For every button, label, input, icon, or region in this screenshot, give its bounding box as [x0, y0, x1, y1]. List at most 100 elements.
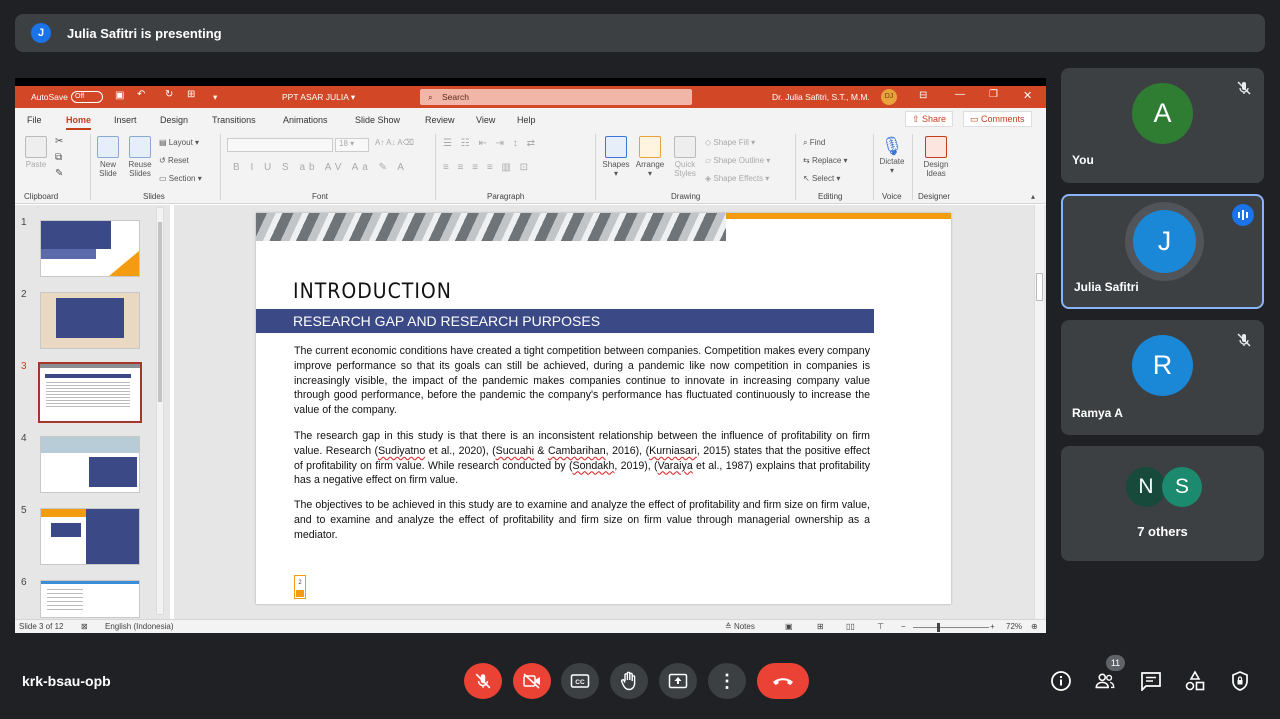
zoom-in-icon[interactable]: +: [990, 622, 995, 631]
thumbnail-slide-5[interactable]: [40, 508, 140, 565]
collapse-ribbon-icon[interactable]: ▴: [1031, 192, 1035, 201]
chat-button[interactable]: [1140, 670, 1162, 692]
orange-accent-bar: [726, 213, 951, 219]
thumbnail-slide-6[interactable]: [40, 580, 140, 618]
activities-button[interactable]: [1184, 670, 1206, 692]
captions-button[interactable]: CC: [561, 663, 599, 699]
autosave-toggle[interactable]: Off: [71, 91, 103, 103]
select-button[interactable]: ↖ Select ▾: [803, 174, 840, 183]
tab-animations[interactable]: Animations: [283, 115, 328, 125]
reset-button[interactable]: ↺ Reset: [159, 156, 189, 165]
shape-effects-button[interactable]: ◈ Shape Effects ▾: [705, 174, 769, 183]
leave-call-button[interactable]: [757, 663, 809, 699]
replace-button[interactable]: ⇆ Replace ▾: [803, 156, 848, 165]
svg-text:CC: CC: [575, 679, 585, 686]
slideshow-view-icon[interactable]: ⊤: [877, 622, 884, 631]
meeting-details-button[interactable]: [1050, 670, 1072, 692]
restore-icon[interactable]: ❐: [989, 89, 998, 100]
search-box[interactable]: ⌕ Search: [420, 89, 692, 105]
reading-view-icon[interactable]: ▯▯: [846, 622, 855, 631]
font-family-select[interactable]: [227, 138, 333, 152]
search-icon: ⌕: [428, 92, 433, 102]
present-screen-button[interactable]: [659, 663, 697, 699]
tab-insert[interactable]: Insert: [114, 115, 137, 125]
microphone-toggle-button[interactable]: [464, 663, 502, 699]
fit-slide-icon[interactable]: ⊕: [1031, 622, 1038, 631]
zoom-slider[interactable]: [913, 623, 989, 632]
notes-button[interactable]: ≙ Notes: [725, 622, 755, 631]
shape-outline-button[interactable]: ▱ Shape Outline ▾: [705, 156, 770, 165]
current-slide[interactable]: INTRODUCTION RESEARCH GAP AND RESEARCH P…: [256, 213, 951, 604]
slide-sorter-icon[interactable]: ⊞: [817, 622, 824, 631]
editor-scrollbar[interactable]: [1034, 205, 1044, 619]
normal-view-icon[interactable]: ▣: [785, 622, 793, 631]
minimize-icon[interactable]: —: [955, 89, 965, 100]
redo-icon[interactable]: ↻: [165, 89, 173, 100]
section-button[interactable]: ▭ Section ▾: [159, 174, 202, 183]
cut-icon[interactable]: ✂: [55, 136, 63, 147]
font-style-icons[interactable]: B I U S ab AV Aa ✎ A: [233, 162, 408, 173]
thumbnail-slide-2[interactable]: [40, 292, 140, 349]
account-name[interactable]: Dr. Julia Safitri, S.T., M.M.: [772, 92, 870, 102]
close-icon[interactable]: ✕: [1023, 89, 1032, 102]
present-icon[interactable]: ⊞: [187, 89, 195, 100]
tab-help[interactable]: Help: [517, 115, 536, 125]
save-icon[interactable]: ▣: [115, 90, 124, 101]
new-slide-button[interactable]: New Slide: [95, 136, 121, 178]
ribbon-display-icon[interactable]: ⊟: [919, 90, 927, 101]
quick-styles-button[interactable]: Quick Styles: [670, 136, 700, 178]
qat-dropdown-icon[interactable]: ▾: [213, 92, 217, 103]
copy-icon[interactable]: ⧉: [55, 152, 62, 163]
activities-icon: [1185, 670, 1205, 691]
tab-transitions[interactable]: Transitions: [212, 115, 256, 125]
thumbnails-scrollbar[interactable]: [156, 207, 164, 615]
quick-styles-icon: [674, 136, 696, 158]
tab-file[interactable]: File: [27, 115, 42, 125]
zoom-level[interactable]: 72%: [1006, 622, 1022, 631]
presenter-bar: J Julia Safitri is presenting: [15, 14, 1265, 52]
chat-icon: [1141, 672, 1161, 691]
bullets-icons[interactable]: ☰ ☷ ⇤ ⇥ ↕ ⇄: [443, 138, 538, 149]
format-painter-icon[interactable]: ✎: [55, 168, 63, 179]
more-options-button[interactable]: ⋮: [708, 663, 746, 699]
hand-icon: [621, 671, 636, 691]
group-font: Font: [312, 192, 329, 201]
language-status[interactable]: English (Indonesia): [105, 622, 173, 631]
find-button[interactable]: ⌕ Find: [803, 138, 825, 148]
dictate-button[interactable]: 🎙 Dictate ▾: [877, 136, 907, 175]
thumbnail-slide-3[interactable]: [38, 362, 142, 423]
paste-button[interactable]: Paste: [25, 136, 47, 169]
participant-tile-others[interactable]: N S 7 others: [1061, 446, 1264, 561]
tab-home[interactable]: Home: [66, 115, 92, 130]
people-button[interactable]: [1094, 670, 1116, 692]
thumbnail-slide-4[interactable]: [40, 436, 140, 493]
alignment-icons[interactable]: ≡ ≡ ≡ ≡ ▥ ⊡: [443, 162, 531, 173]
tab-slide-show[interactable]: Slide Show: [355, 115, 400, 125]
zoom-out-icon[interactable]: −: [901, 622, 906, 631]
hang-up-icon: [773, 678, 793, 685]
comments-button[interactable]: ▭ Comments: [963, 111, 1032, 127]
account-avatar[interactable]: DJ: [881, 89, 897, 105]
tab-view[interactable]: View: [476, 115, 495, 125]
raise-hand-button[interactable]: [610, 663, 648, 699]
shape-fill-button[interactable]: ◇ Shape Fill ▾: [705, 138, 755, 147]
participant-tile-ramya[interactable]: R Ramya A: [1061, 320, 1264, 435]
reuse-slides-button[interactable]: Reuse Slides: [127, 136, 153, 178]
thumbnail-slide-1[interactable]: [40, 220, 140, 277]
arrange-button[interactable]: Arrange ▾: [633, 136, 667, 178]
file-title[interactable]: PPT ASAR JULIA ▾: [282, 92, 355, 103]
undo-icon[interactable]: ↶: [137, 89, 145, 100]
shapes-button[interactable]: Shapes ▾: [601, 136, 631, 178]
accessibility-icon[interactable]: ⊠: [81, 622, 88, 631]
host-controls-button[interactable]: [1229, 670, 1251, 692]
design-ideas-button[interactable]: Design Ideas: [918, 136, 954, 178]
font-size-select[interactable]: 18 ▾: [335, 138, 369, 152]
layout-button[interactable]: ▤ Layout ▾: [159, 138, 199, 147]
camera-toggle-button[interactable]: [513, 663, 551, 699]
share-button[interactable]: ⇧ Share: [905, 111, 954, 127]
participant-tile-you[interactable]: A You: [1061, 68, 1264, 183]
participant-tile-julia[interactable]: J Julia Safitri: [1061, 194, 1264, 309]
tab-review[interactable]: Review: [425, 115, 455, 125]
tab-design[interactable]: Design: [160, 115, 188, 125]
font-grow-icon[interactable]: A↑ A↓ A⌫: [375, 138, 414, 147]
